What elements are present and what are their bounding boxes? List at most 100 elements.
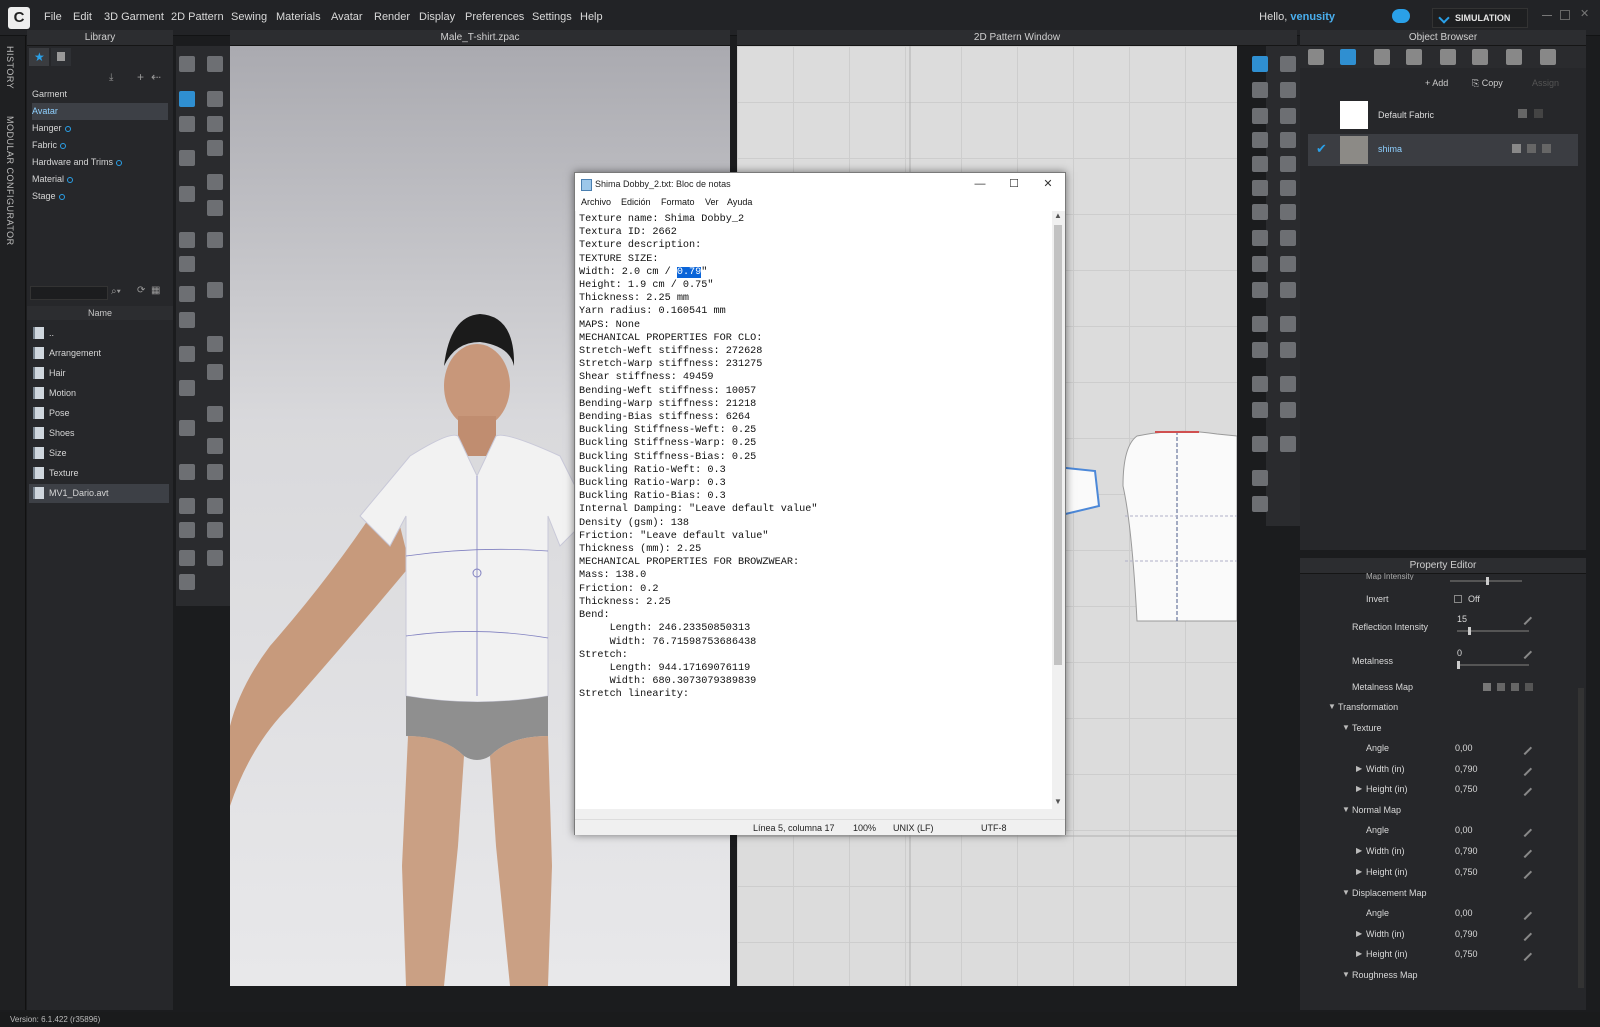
needle-icon[interactable] [179,522,195,538]
fabric-item[interactable]: Default Fabric [1308,100,1578,132]
trim-icon[interactable] [207,406,223,422]
fabric-icon[interactable] [207,550,223,566]
trace-icon[interactable] [1252,156,1268,172]
body-icon[interactable] [179,420,195,436]
edit-icon[interactable] [1517,864,1533,880]
notepad-menu-ver[interactable]: Ver [705,197,719,207]
favorites-tab[interactable]: ★ [29,48,49,66]
move-icon[interactable] [179,91,195,107]
menu-render[interactable]: Render [374,11,410,23]
pleat-icon[interactable] [1252,256,1268,272]
cut-icon[interactable] [207,140,223,156]
download-icon[interactable]: ⤓ [109,72,113,83]
back-icon[interactable]: ⇠ [151,70,161,84]
search-icon[interactable]: ⌕▾ [111,286,121,297]
select-mesh-icon[interactable] [179,56,195,72]
fold-2d-icon[interactable] [1280,180,1296,196]
list-icon[interactable] [1308,49,1324,65]
zipper-tab-icon[interactable] [1406,49,1422,65]
collapse-icon[interactable]: ▼ [1342,805,1350,814]
segment-icon[interactable] [1252,204,1268,220]
library-category[interactable]: Garment [32,86,168,103]
menu-preferences[interactable]: Preferences [465,11,524,23]
pin-icon[interactable] [207,91,223,107]
menu-2d-pattern[interactable]: 2D Pattern [171,11,224,23]
edit-icon[interactable] [1517,740,1533,756]
angle-value[interactable]: 0,00 [1455,908,1473,918]
maximize-icon[interactable] [1560,10,1570,20]
fabric-delete-icon[interactable] [1534,109,1543,118]
metalness-slider[interactable] [1457,661,1529,669]
list-item[interactable]: Pose [29,404,169,423]
height-value[interactable]: 0,750 [1455,949,1478,959]
fabric-tab-icon[interactable] [1340,49,1356,65]
menu-3d-garment[interactable]: 3D Garment [104,11,164,23]
fit-icon[interactable] [179,346,195,362]
fabric-item-selected[interactable]: ✔ shima [1308,134,1578,166]
menu-edit[interactable]: Edit [73,11,92,23]
symmetry-icon[interactable] [1280,436,1296,452]
topstitch-icon[interactable] [1280,230,1296,246]
scroll-up-icon[interactable]: ▲ [1054,211,1062,220]
garment-icon[interactable] [179,550,195,566]
tshirt-icon[interactable] [179,574,195,590]
block-icon[interactable] [207,438,223,454]
polygon-icon[interactable] [1252,108,1268,124]
notepad-maximize-button[interactable]: ☐ [997,173,1031,195]
notepad-close-button[interactable]: ✕ [1031,173,1065,195]
edit-icon[interactable] [1517,822,1533,838]
curve-icon[interactable] [1280,82,1296,98]
expand-icon[interactable]: ▶ [1356,929,1362,938]
scroll-thumb[interactable] [1054,225,1062,665]
reflection-slider[interactable] [1457,627,1529,635]
collapse-icon[interactable]: ▼ [1342,888,1350,897]
width-value[interactable]: 0,790 [1455,764,1478,774]
texture-group[interactable]: ▼ Texture [1300,719,1570,739]
font-icon[interactable] [1252,402,1268,418]
pattern-fill-icon[interactable] [1280,402,1296,418]
tile-icon[interactable] [1252,436,1268,452]
puckering-tab-icon[interactable] [1472,49,1488,65]
invert-checkbox[interactable] [1454,595,1462,603]
expand-icon[interactable]: ▶ [1356,784,1362,793]
tab-history[interactable]: HISTORY [5,46,15,89]
normal-map-group[interactable]: ▼ Normal Map [1300,801,1570,821]
puckering-icon[interactable] [207,522,223,538]
stitch-icon[interactable] [179,498,195,514]
menu-materials[interactable]: Materials [276,11,321,23]
zip-icon[interactable] [207,200,223,216]
graphic-tab-icon[interactable] [1540,49,1556,65]
expand-icon[interactable]: ▶ [1356,846,1362,855]
trim-tab-icon[interactable] [1506,49,1522,65]
edit-icon[interactable] [1517,926,1533,942]
lock-tab[interactable] [51,48,71,66]
transform-icon[interactable] [1280,56,1296,72]
brush-icon[interactable] [179,116,195,132]
height-value[interactable]: 0,750 [1455,784,1478,794]
pen-icon[interactable] [179,286,195,302]
seam-icon[interactable] [207,498,223,514]
notepad-text-area[interactable]: Texture name: Shima Dobby_2 Textura ID: 2… [576,211,1052,809]
ball-icon[interactable] [207,364,223,380]
collapse-icon[interactable]: ▼ [1342,970,1350,979]
list-item[interactable]: .. [29,324,169,343]
height-value[interactable]: 0,750 [1455,867,1478,877]
angle-value[interactable]: 0,00 [1455,825,1473,835]
edit-icon[interactable] [1517,905,1533,921]
fabric-copy-icon[interactable] [1527,144,1536,153]
tape-icon[interactable] [207,232,223,248]
expand-icon[interactable]: ▶ [1356,867,1362,876]
reflection-value[interactable]: 15 [1457,614,1467,624]
fabric-settings-icon[interactable] [1512,144,1521,153]
transformation-row[interactable]: ▼ Transformation [1300,698,1570,718]
map-intensity-slider[interactable] [1450,577,1522,585]
hanger-icon[interactable] [179,380,195,396]
library-category[interactable]: Hanger [32,120,168,137]
tape-2d-icon[interactable] [1280,342,1296,358]
menu-avatar[interactable]: Avatar [331,11,363,23]
scroll-down-icon[interactable]: ▼ [1054,797,1062,806]
expand-icon[interactable]: ▶ [1356,949,1362,958]
menu-display[interactable]: Display [419,11,455,23]
avatar-measure-icon[interactable] [179,312,195,328]
edit-icon[interactable] [1517,946,1533,962]
